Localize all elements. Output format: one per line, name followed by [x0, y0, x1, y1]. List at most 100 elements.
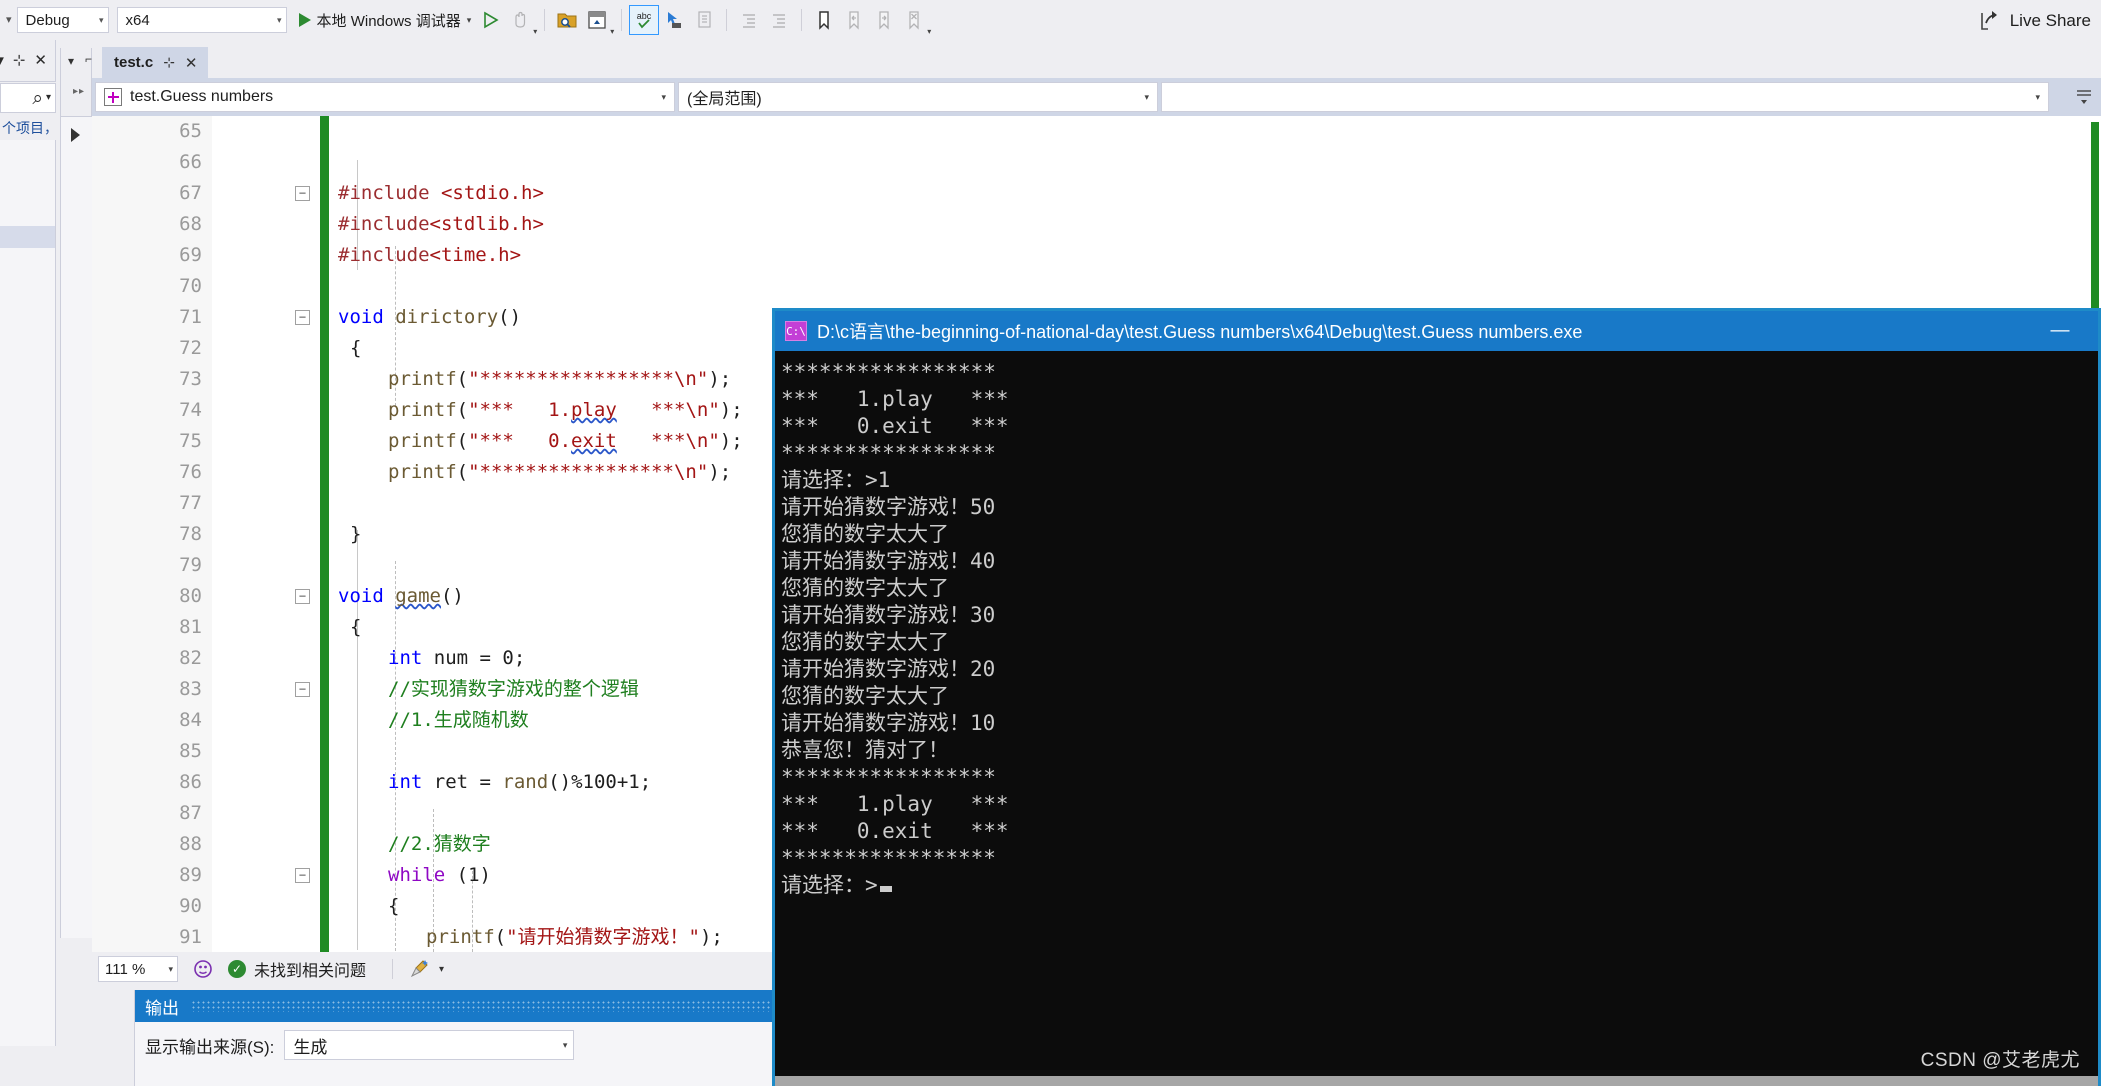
chevron-down-icon: ▾ — [1144, 91, 1149, 102]
indent-button[interactable] — [764, 5, 794, 35]
comment-text: //1.生成随机数 — [388, 709, 529, 731]
window-layout-button[interactable] — [582, 5, 612, 35]
solution-explorer-header: ▾ ⊹ ✕ — [0, 40, 56, 82]
chevron-down-icon[interactable]: ▾ — [439, 964, 444, 975]
fold-toggle-icon[interactable]: − — [295, 310, 310, 325]
code-line: 70 — [92, 271, 2101, 302]
console-horizontal-scrollbar[interactable] — [775, 1076, 2098, 1086]
play-triangle-icon — [298, 13, 311, 27]
fold-toggle-icon[interactable]: − — [295, 186, 310, 201]
chevron-down-icon: ▾ — [562, 1039, 568, 1050]
start-debugging-button[interactable]: 本地 Windows 调试器 ▾ — [295, 4, 476, 36]
chevron-down-icon[interactable]: ▾ — [467, 15, 472, 26]
select-pointer-button[interactable] — [659, 5, 689, 35]
code-text: #include<stdlib.h> — [338, 213, 544, 235]
solution-explorer-body — [0, 140, 56, 1046]
project-scope-dropdown[interactable]: test.Guess numbers ▾ — [95, 82, 675, 112]
copy-lines-button[interactable] — [689, 5, 719, 35]
platform-dropdown[interactable]: x64 ▾ — [116, 7, 287, 33]
code-text: //实现猜数字游戏的整个逻辑 — [388, 674, 639, 705]
chevron-down-icon[interactable]: ▾ — [0, 53, 4, 68]
next-bookmark-icon — [879, 11, 889, 30]
hand-tool-button[interactable] — [505, 5, 535, 35]
left-dock-strip: ▾ ⊹ ✕ ⌕ ▾ 个项目，共 — [0, 40, 58, 1086]
line-number: 73 — [179, 368, 202, 390]
line-number: 88 — [179, 833, 202, 855]
code-text: } — [350, 523, 362, 545]
code-text: printf("*****************\n"); — [388, 368, 732, 390]
chevron-down-icon: ▾ — [661, 91, 666, 102]
line-number: 89 — [179, 864, 202, 886]
code-line: 66 — [92, 147, 2101, 178]
line-number: 74 — [179, 399, 202, 421]
line-number: 68 — [179, 213, 202, 235]
line-number: 79 — [179, 554, 202, 576]
split-view-button[interactable] — [2069, 80, 2099, 114]
strip-bar-icon[interactable]: ⌐ — [85, 52, 92, 66]
intellisense-status-icon-wrap[interactable] — [192, 958, 214, 980]
pin-icon[interactable]: ⊹ — [163, 54, 175, 71]
live-share-button[interactable]: Live Share — [1978, 9, 2091, 33]
find-in-files-button[interactable] — [552, 5, 582, 35]
console-prompt-text: 请选择：> — [781, 873, 878, 897]
console-line: 恭喜您！猜对了！ — [781, 738, 949, 762]
editor-navigation-bar: test.Guess numbers ▾ (全局范围) ▾ ▾ — [92, 78, 2101, 116]
tab-label: test.c — [114, 54, 154, 71]
build-configuration-value: Debug — [25, 11, 70, 29]
line-number: 80 — [179, 585, 202, 607]
live-share-label: Live Share — [2009, 11, 2091, 30]
toolbar-overflow-caret-icon[interactable]: ▾ — [6, 14, 12, 26]
toolbar-separator — [544, 9, 546, 31]
close-icon[interactable]: ✕ — [34, 53, 47, 68]
console-line: 您猜的数字太大了 — [781, 576, 949, 600]
minimize-button[interactable]: — — [2032, 311, 2088, 351]
clear-bookmarks-button[interactable] — [899, 5, 929, 35]
search-options-caret-icon[interactable]: ▾ — [46, 93, 51, 103]
pin-icon[interactable]: ⊹ — [13, 53, 26, 68]
fold-toggle-icon[interactable]: − — [295, 589, 310, 604]
main-toolbar: ▾ Debug ▾ x64 ▾ 本地 Windows 调试器 ▾ ▾ ▾ abc… — [0, 0, 2101, 40]
output-source-dropdown[interactable]: 生成 ▾ — [284, 1030, 575, 1060]
line-number: 76 — [179, 461, 202, 483]
play-outline-icon — [484, 11, 499, 29]
line-number: 90 — [179, 895, 202, 917]
console-window[interactable]: C:\ D:\c语言\the-beginning-of-national-day… — [772, 308, 2101, 1086]
window-layout-caret-icon[interactable]: ▾ — [610, 27, 614, 40]
start-without-debugging-button[interactable] — [475, 5, 505, 35]
console-line: ***************** — [781, 360, 996, 384]
chevron-down-icon[interactable]: ▾ — [68, 54, 74, 68]
fold-toggle-icon[interactable]: − — [295, 682, 310, 697]
console-title-bar[interactable]: C:\ D:\c语言\the-beginning-of-national-day… — [775, 311, 2098, 351]
collapse-triangle-icon[interactable] — [71, 128, 80, 142]
zoom-level-dropdown[interactable]: 111 % ▾ — [98, 956, 178, 982]
tab-test-c[interactable]: test.c ⊹ ✕ — [102, 47, 208, 78]
console-line: 请开始猜数字游戏！10 — [781, 711, 996, 735]
build-configuration-dropdown[interactable]: Debug ▾ — [16, 7, 109, 33]
line-number: 82 — [179, 647, 202, 669]
previous-bookmark-button[interactable] — [839, 5, 869, 35]
pointer-select-icon — [668, 12, 682, 28]
chevron-down-icon: ▾ — [99, 14, 104, 25]
function-scope-dropdown[interactable]: ▾ — [1161, 82, 2049, 112]
toggle-bookmark-button[interactable] — [809, 5, 839, 35]
line-number: 78 — [179, 523, 202, 545]
document-tab-strip: test.c ⊹ ✕ — [92, 40, 2101, 78]
expand-dots-icon[interactable]: ▸▸ — [73, 86, 85, 97]
solution-explorer-selected-row[interactable] — [0, 226, 55, 248]
member-scope-dropdown[interactable]: (全局范围) ▾ — [678, 82, 1158, 112]
solution-explorer-search-input[interactable]: ⌕ ▾ — [0, 83, 56, 113]
close-icon[interactable]: ✕ — [185, 54, 198, 72]
line-number: 81 — [179, 616, 202, 638]
outdent-button[interactable] — [734, 5, 764, 35]
code-cleanup-button[interactable]: ▾ — [407, 957, 444, 981]
code-text: //2.猜数字 — [388, 829, 491, 860]
line-number: 85 — [179, 740, 202, 762]
line-number: 66 — [179, 151, 202, 173]
code-text: printf("*** 1.play ***\n"); — [388, 399, 743, 421]
spell-check-button[interactable]: abc — [629, 5, 660, 35]
fold-toggle-icon[interactable]: − — [295, 868, 310, 883]
code-line: 65 — [92, 116, 2101, 147]
console-output-area[interactable]: ***************** *** 1.play *** *** 0.e… — [775, 351, 2098, 1086]
project-icon — [104, 88, 122, 106]
next-bookmark-button[interactable] — [869, 5, 899, 35]
